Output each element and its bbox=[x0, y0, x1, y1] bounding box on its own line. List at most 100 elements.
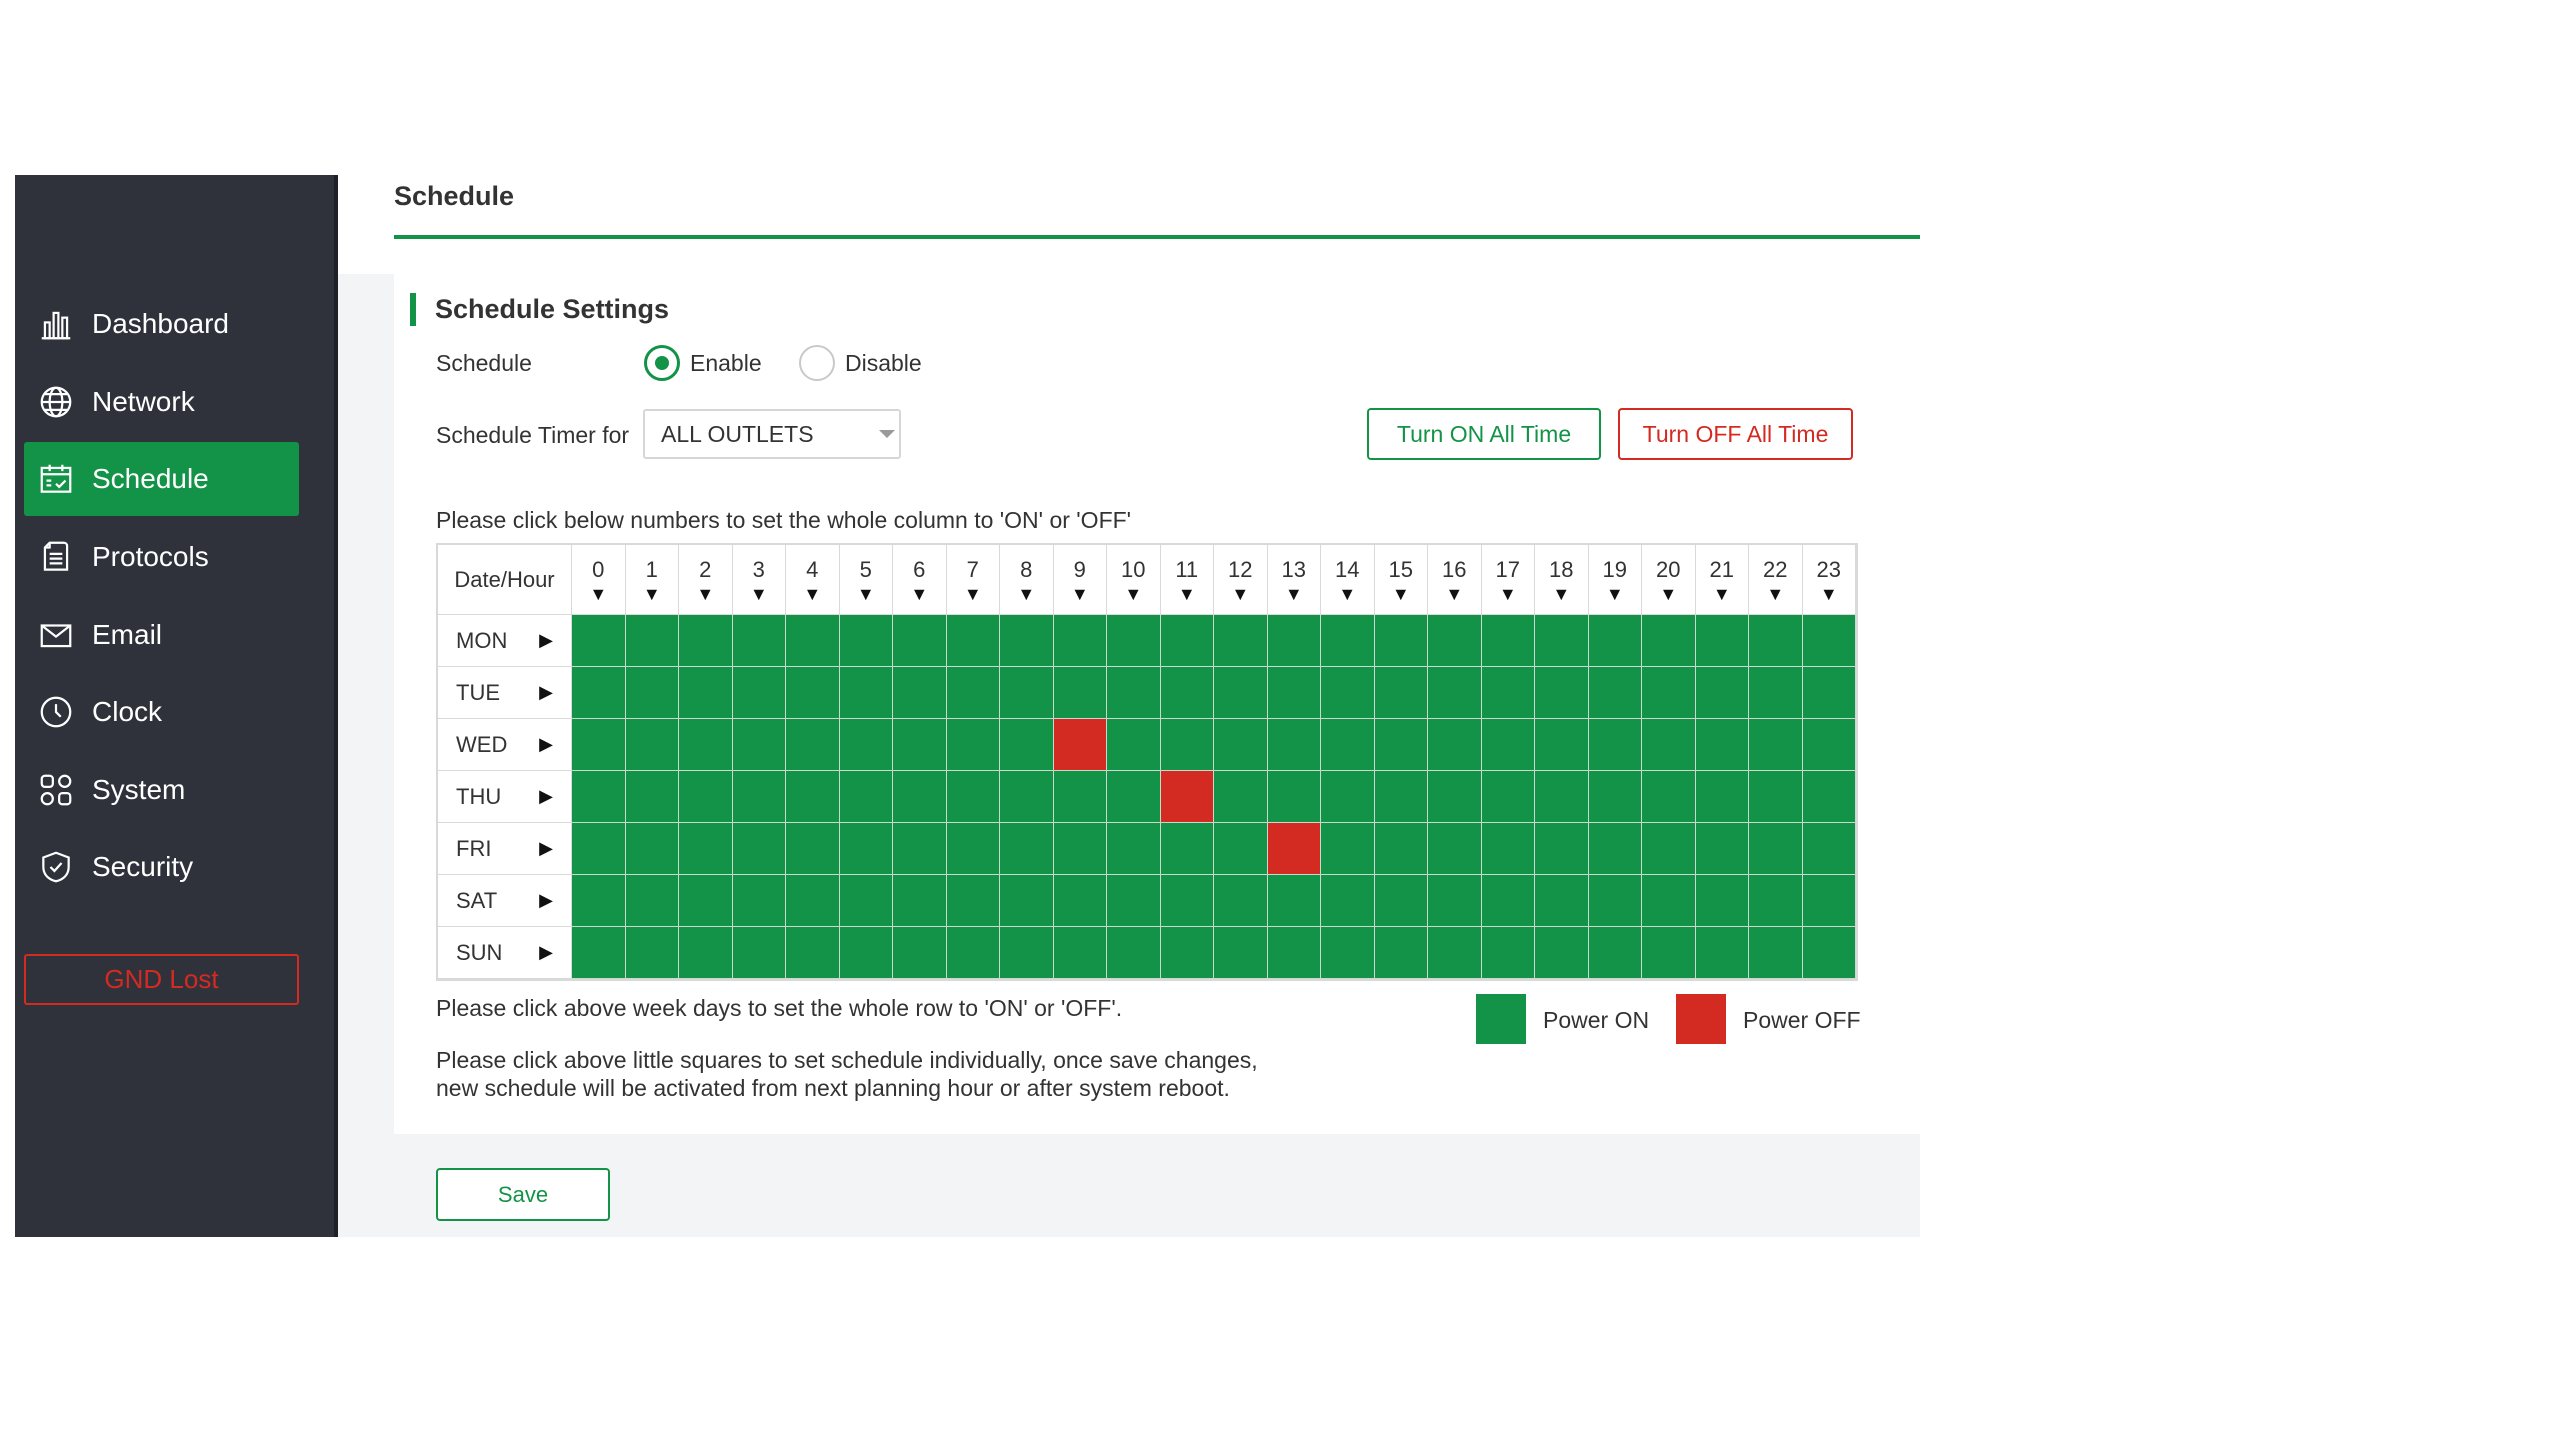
schedule-cell[interactable] bbox=[1802, 823, 1856, 875]
schedule-cell[interactable] bbox=[786, 875, 840, 927]
schedule-cell[interactable] bbox=[1267, 771, 1321, 823]
schedule-cell[interactable] bbox=[1214, 771, 1268, 823]
day-header-mon[interactable]: MON ▶ bbox=[438, 615, 572, 667]
schedule-cell[interactable] bbox=[1160, 615, 1214, 667]
sidebar-item-security[interactable]: Security bbox=[24, 830, 299, 904]
schedule-cell[interactable] bbox=[1107, 823, 1161, 875]
sidebar-item-schedule[interactable]: Schedule bbox=[24, 442, 299, 516]
schedule-cell[interactable] bbox=[1214, 823, 1268, 875]
schedule-cell[interactable] bbox=[1160, 875, 1214, 927]
schedule-cell[interactable] bbox=[1428, 667, 1482, 719]
schedule-cell[interactable] bbox=[572, 927, 626, 979]
schedule-cell[interactable] bbox=[839, 771, 893, 823]
schedule-cell[interactable] bbox=[1588, 771, 1642, 823]
hour-header-20[interactable]: 20 ▼ bbox=[1642, 545, 1696, 615]
schedule-cell[interactable] bbox=[893, 667, 947, 719]
schedule-cell[interactable] bbox=[1374, 875, 1428, 927]
schedule-cell[interactable] bbox=[1535, 719, 1589, 771]
hour-header-12[interactable]: 12 ▼ bbox=[1214, 545, 1268, 615]
schedule-cell[interactable] bbox=[893, 823, 947, 875]
schedule-cell[interactable] bbox=[1802, 615, 1856, 667]
schedule-cell[interactable] bbox=[839, 615, 893, 667]
schedule-cell[interactable] bbox=[732, 823, 786, 875]
schedule-cell[interactable] bbox=[572, 875, 626, 927]
hour-header-0[interactable]: 0 ▼ bbox=[572, 545, 626, 615]
schedule-cell[interactable] bbox=[1481, 615, 1535, 667]
hour-header-21[interactable]: 21 ▼ bbox=[1695, 545, 1749, 615]
schedule-cell[interactable] bbox=[1374, 615, 1428, 667]
schedule-cell[interactable] bbox=[572, 719, 626, 771]
schedule-cell[interactable] bbox=[679, 771, 733, 823]
schedule-cell[interactable] bbox=[1428, 927, 1482, 979]
schedule-cell[interactable] bbox=[1214, 667, 1268, 719]
disable-label[interactable]: Disable bbox=[845, 350, 922, 377]
schedule-cell[interactable] bbox=[1000, 823, 1054, 875]
schedule-cell[interactable] bbox=[572, 771, 626, 823]
schedule-cell[interactable] bbox=[839, 927, 893, 979]
schedule-cell[interactable] bbox=[1695, 719, 1749, 771]
schedule-cell[interactable] bbox=[1267, 667, 1321, 719]
hour-header-14[interactable]: 14 ▼ bbox=[1321, 545, 1375, 615]
schedule-cell[interactable] bbox=[1374, 771, 1428, 823]
schedule-cell[interactable] bbox=[1321, 927, 1375, 979]
schedule-cell[interactable] bbox=[1749, 875, 1803, 927]
turn-on-all-time-button[interactable]: Turn ON All Time bbox=[1367, 408, 1601, 460]
hour-header-1[interactable]: 1 ▼ bbox=[625, 545, 679, 615]
schedule-cell[interactable] bbox=[679, 875, 733, 927]
schedule-cell[interactable] bbox=[1321, 667, 1375, 719]
enable-radio[interactable] bbox=[644, 345, 680, 381]
day-header-sat[interactable]: SAT ▶ bbox=[438, 875, 572, 927]
schedule-cell[interactable] bbox=[1160, 667, 1214, 719]
schedule-cell[interactable] bbox=[1214, 615, 1268, 667]
schedule-cell[interactable] bbox=[1588, 615, 1642, 667]
schedule-cell[interactable] bbox=[625, 719, 679, 771]
schedule-cell[interactable] bbox=[893, 719, 947, 771]
schedule-cell[interactable] bbox=[572, 823, 626, 875]
schedule-cell[interactable] bbox=[1107, 771, 1161, 823]
schedule-cell[interactable] bbox=[1749, 927, 1803, 979]
schedule-cell[interactable] bbox=[1374, 667, 1428, 719]
schedule-cell[interactable] bbox=[1267, 823, 1321, 875]
schedule-cell[interactable] bbox=[1000, 719, 1054, 771]
schedule-cell[interactable] bbox=[1160, 771, 1214, 823]
schedule-cell[interactable] bbox=[1642, 875, 1696, 927]
schedule-cell[interactable] bbox=[1588, 823, 1642, 875]
schedule-cell[interactable] bbox=[1802, 667, 1856, 719]
hour-header-17[interactable]: 17 ▼ bbox=[1481, 545, 1535, 615]
hour-header-6[interactable]: 6 ▼ bbox=[893, 545, 947, 615]
schedule-cell[interactable] bbox=[839, 667, 893, 719]
schedule-cell[interactable] bbox=[1321, 719, 1375, 771]
schedule-cell[interactable] bbox=[1267, 875, 1321, 927]
schedule-cell[interactable] bbox=[1802, 771, 1856, 823]
day-header-wed[interactable]: WED ▶ bbox=[438, 719, 572, 771]
schedule-cell[interactable] bbox=[1802, 719, 1856, 771]
schedule-cell[interactable] bbox=[946, 771, 1000, 823]
sidebar-item-network[interactable]: Network bbox=[24, 365, 299, 439]
schedule-cell[interactable] bbox=[1374, 719, 1428, 771]
schedule-cell[interactable] bbox=[893, 927, 947, 979]
schedule-cell[interactable] bbox=[1321, 615, 1375, 667]
schedule-cell[interactable] bbox=[946, 927, 1000, 979]
hour-header-13[interactable]: 13 ▼ bbox=[1267, 545, 1321, 615]
sidebar-item-dashboard[interactable]: Dashboard bbox=[24, 287, 299, 361]
schedule-cell[interactable] bbox=[946, 719, 1000, 771]
schedule-cell[interactable] bbox=[1053, 667, 1107, 719]
schedule-cell[interactable] bbox=[1481, 719, 1535, 771]
schedule-cell[interactable] bbox=[1588, 927, 1642, 979]
schedule-cell[interactable] bbox=[1642, 927, 1696, 979]
schedule-cell[interactable] bbox=[1107, 927, 1161, 979]
schedule-cell[interactable] bbox=[786, 719, 840, 771]
schedule-cell[interactable] bbox=[732, 615, 786, 667]
schedule-cell[interactable] bbox=[1481, 927, 1535, 979]
schedule-cell[interactable] bbox=[1749, 667, 1803, 719]
disable-radio[interactable] bbox=[799, 345, 835, 381]
schedule-cell[interactable] bbox=[1481, 875, 1535, 927]
schedule-cell[interactable] bbox=[839, 823, 893, 875]
schedule-cell[interactable] bbox=[1267, 719, 1321, 771]
schedule-cell[interactable] bbox=[1107, 875, 1161, 927]
schedule-cell[interactable] bbox=[1428, 823, 1482, 875]
schedule-cell[interactable] bbox=[1481, 771, 1535, 823]
schedule-cell[interactable] bbox=[1000, 771, 1054, 823]
hour-header-11[interactable]: 11 ▼ bbox=[1160, 545, 1214, 615]
schedule-cell[interactable] bbox=[679, 927, 733, 979]
